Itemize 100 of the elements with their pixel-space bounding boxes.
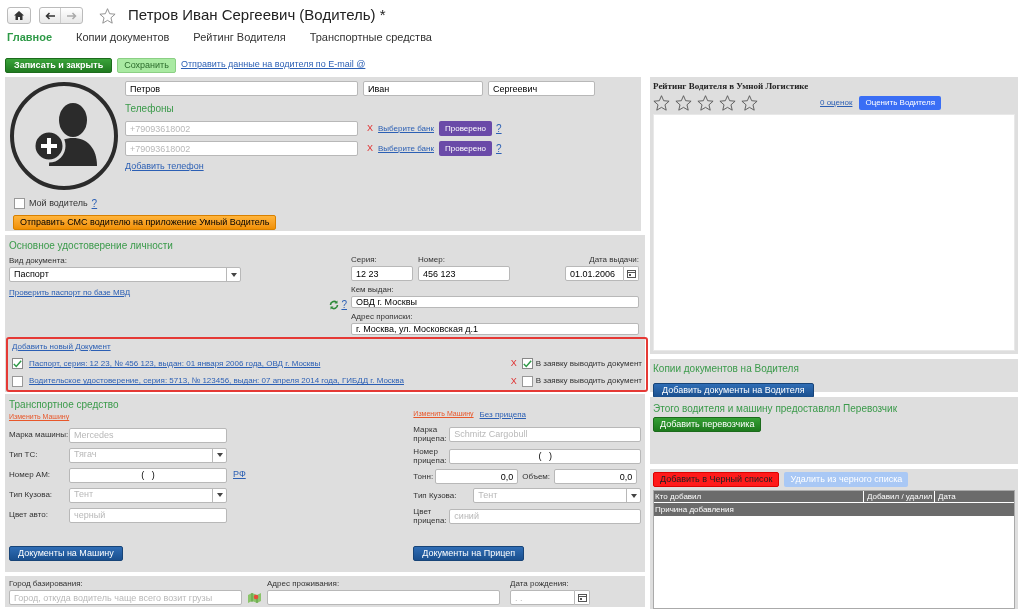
- tab[interactable]: Главное: [7, 28, 53, 46]
- field-label: Дата рождения:: [510, 578, 570, 590]
- text-field[interactable]: Сергеевич: [488, 81, 595, 96]
- choose-bank-link[interactable]: Выберите банк: [378, 142, 434, 155]
- text-field[interactable]: черный: [69, 507, 227, 523]
- field-label: Объем:: [522, 470, 552, 483]
- date-field[interactable]: . .: [510, 590, 575, 605]
- text-field[interactable]: синий: [449, 508, 641, 524]
- star-icon[interactable]: [697, 94, 714, 111]
- section-title: Телефоны: [125, 102, 175, 116]
- no-trailer-link[interactable]: Без прицепа: [479, 409, 526, 421]
- field-label: Тип Кузова:: [413, 491, 458, 500]
- text-field[interactable]: ОВД г. Москвы: [351, 296, 639, 308]
- field-label: Марка прицепа:: [413, 425, 448, 443]
- column-header[interactable]: Кто добавил: [654, 491, 864, 502]
- add-user-icon[interactable]: [9, 80, 119, 192]
- field-label: Адрес проживания:: [267, 578, 341, 590]
- remove-button[interactable]: X: [510, 357, 517, 371]
- field-label: Вид документа:: [9, 255, 68, 267]
- send-sms-button[interactable]: Отправить СМС водителю на приложение Умный Водитель: [13, 215, 277, 230]
- document-link[interactable]: Водительское удостоверение, серия: 5713, № 123456, выдан: 07 апреля 2014 года, ГИБДД г. Москва: [29, 375, 404, 388]
- dropdown-field[interactable]: Паспорт: [9, 267, 241, 282]
- text-field[interactable]: ( ): [69, 467, 227, 483]
- section-title: Основное удостоверение личности: [9, 239, 174, 253]
- checkbox-label: Мой водитель: [29, 196, 88, 210]
- phone-field[interactable]: +79093618002: [125, 141, 358, 156]
- phone-field[interactable]: +79093618002: [125, 121, 358, 136]
- text-field[interactable]: г. Москва, ул. Московская д.1: [351, 323, 639, 335]
- calendar-icon[interactable]: [577, 593, 587, 602]
- tab[interactable]: Рейтинг Водителя: [193, 28, 286, 46]
- checkbox[interactable]: [12, 358, 23, 370]
- star-icon[interactable]: [99, 7, 116, 24]
- email-link[interactable]: Отправить данные на водителя по E-mail @: [180, 58, 366, 72]
- tab[interactable]: Транспортные средства: [309, 28, 432, 46]
- checkbox[interactable]: [521, 375, 533, 387]
- help-link[interactable]: ?: [91, 196, 98, 211]
- text-field[interactable]: [267, 590, 500, 605]
- add-carrier-button[interactable]: Добавить перевозчика: [653, 417, 762, 432]
- verified-button[interactable]: Проверено: [439, 141, 492, 156]
- ratings-count-link[interactable]: 0 оценок: [820, 96, 853, 109]
- back-arrow-icon: [45, 11, 55, 20]
- caret-icon: [230, 272, 237, 277]
- verified-button[interactable]: Проверено: [439, 121, 492, 136]
- checkbox[interactable]: [14, 198, 25, 209]
- text-field[interactable]: 0,0: [435, 469, 519, 484]
- check-passport-link[interactable]: Проверить паспорт по базе МВД: [9, 287, 131, 299]
- column-header[interactable]: Дата: [937, 491, 1014, 502]
- save-and-close-button[interactable]: Записать и закрыть: [5, 57, 113, 73]
- star-icon[interactable]: [675, 94, 692, 111]
- star-icon[interactable]: [719, 94, 736, 111]
- window-title: Петров Иван Сергеевич (Водитель) *: [128, 5, 386, 26]
- text-field[interactable]: 456 123: [418, 266, 510, 281]
- checkbox[interactable]: [521, 358, 533, 370]
- forward-arrow-icon: [66, 11, 77, 20]
- star-icon[interactable]: [653, 94, 670, 111]
- caret-icon: [630, 493, 637, 498]
- text-field[interactable]: 12 23: [351, 266, 413, 281]
- text-field[interactable]: Иван: [363, 81, 483, 96]
- checkbox[interactable]: [12, 375, 23, 387]
- text-field[interactable]: Петров: [125, 81, 358, 96]
- save-button[interactable]: Сохранить: [117, 57, 176, 73]
- date-field[interactable]: 01.01.2006: [565, 266, 624, 281]
- remove-button[interactable]: X: [367, 141, 373, 156]
- home-button[interactable]: [7, 7, 31, 24]
- add-document-link[interactable]: Добавить новый Документ: [12, 341, 111, 353]
- star-icon[interactable]: [741, 94, 758, 111]
- refresh-icon[interactable]: [329, 300, 340, 310]
- text-field[interactable]: 0,0: [554, 469, 638, 484]
- add-phone-link[interactable]: Добавить телефон: [125, 160, 204, 174]
- map-icon[interactable]: [248, 592, 261, 604]
- text-field[interactable]: ( ): [449, 448, 641, 464]
- help-link[interactable]: ?: [496, 141, 502, 156]
- field-label: Кем выдан:: [351, 284, 395, 296]
- checkbox-label: В заявку выводить документ: [535, 375, 642, 388]
- trailer-documents-button[interactable]: Документы на Прицеп: [413, 546, 525, 561]
- document-link[interactable]: Паспорт, серия: 12 23, № 456 123, выдан: 01 января 2006 года, ОВД г. Москвы: [29, 357, 321, 370]
- text-field[interactable]: Schmitz Cargobull: [449, 426, 641, 442]
- car-documents-button[interactable]: Документы на Машину: [9, 545, 123, 561]
- field-label: Дата выдачи:: [589, 254, 639, 266]
- add-to-blacklist-button[interactable]: Добавить в Черный список: [653, 472, 780, 487]
- choose-bank-link[interactable]: Выберите банк: [378, 122, 434, 135]
- text-field[interactable]: Город, откуда водитель чаще всего возит грузы: [9, 590, 242, 605]
- calendar-icon[interactable]: [626, 269, 636, 278]
- remove-button[interactable]: X: [510, 374, 517, 388]
- country-link[interactable]: РФ: [233, 468, 246, 482]
- tab[interactable]: Копии документов: [76, 28, 170, 46]
- field-label: Цвет авто:: [9, 509, 49, 521]
- text-field[interactable]: Mercedes: [69, 427, 227, 443]
- column-header[interactable]: Причина добавления: [654, 503, 1014, 516]
- rate-driver-button[interactable]: Оценить Водителя: [859, 95, 942, 110]
- caret-icon: [216, 453, 223, 457]
- field-label: Адрес прописки:: [351, 311, 414, 323]
- field-label: Цвет прицепа:: [413, 507, 448, 525]
- field-label: Город базирования:: [9, 578, 84, 590]
- remove-button[interactable]: X: [367, 121, 373, 136]
- help-link[interactable]: ?: [496, 121, 502, 136]
- field-label: Тип Кузова:: [9, 489, 54, 501]
- column-header[interactable]: Добавил / удалил: [866, 491, 935, 502]
- help-link[interactable]: ?: [341, 300, 347, 310]
- checkbox-label: В заявку выводить документ: [535, 357, 642, 370]
